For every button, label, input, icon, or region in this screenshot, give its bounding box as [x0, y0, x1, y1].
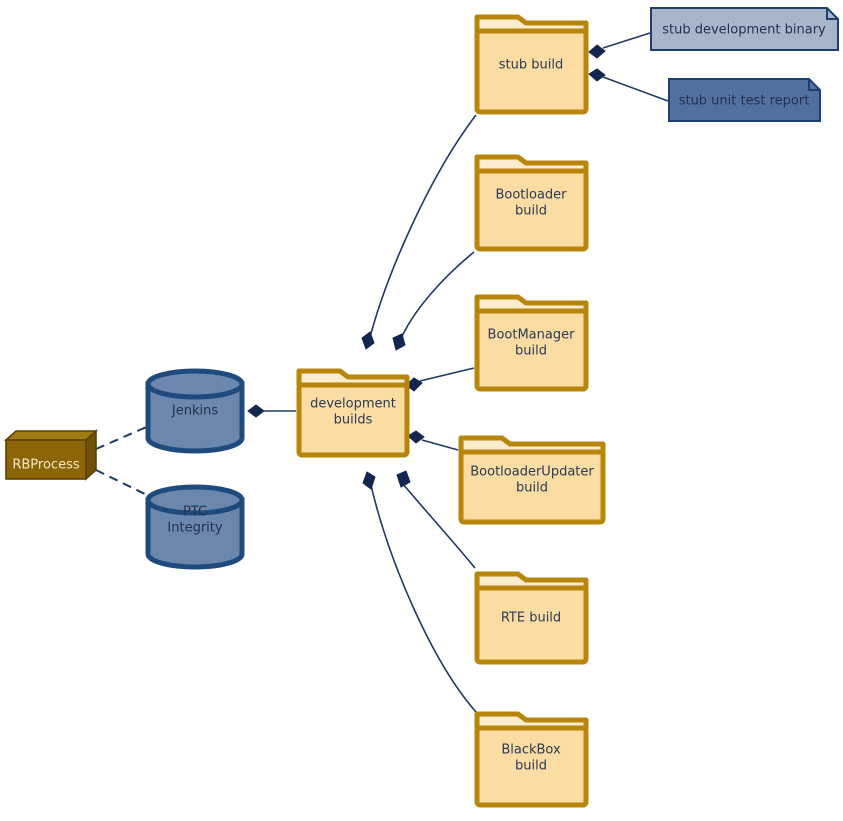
- blackbox-build-label-line2: build: [515, 759, 547, 774]
- stub-development-binary-label: stub development binary: [662, 23, 826, 38]
- node-blackbox-build[interactable]: BlackBox build: [474, 711, 589, 808]
- ptc-integrity-label-line1: PTC: [183, 505, 207, 520]
- composition-diamond-blackbox-build: [362, 471, 376, 490]
- blackbox-build-label-line1: BlackBox: [501, 743, 561, 758]
- node-stub-build[interactable]: stub build: [474, 14, 589, 115]
- node-bootloader-build[interactable]: Bootloader build: [474, 154, 589, 252]
- edge-development-builds-bootloader-build: [399, 251, 475, 342]
- diagram-svg: RBProcess Jenkins PTC Integrity developm…: [3, 7, 839, 808]
- bootloaderupdater-build-label-line1: BootloaderUpdater: [470, 465, 594, 480]
- rte-build-label: RTE build: [501, 611, 561, 626]
- node-development-builds[interactable]: development builds: [296, 368, 410, 458]
- node-jenkins[interactable]: Jenkins: [145, 368, 245, 454]
- bootmanager-build-label-line2: build: [515, 344, 547, 359]
- node-rbprocess[interactable]: RBProcess: [3, 429, 99, 481]
- rbprocess-side-face: [85, 429, 97, 481]
- composition-diamond-stub-unit-test-report: [588, 68, 606, 82]
- development-builds-label-line2: builds: [334, 413, 373, 428]
- bootloader-build-label-line1: Bootloader: [495, 188, 567, 203]
- composition-diamond-bootloader-build: [392, 333, 406, 351]
- jenkins-label: Jenkins: [171, 404, 218, 419]
- edge-rbprocess-ptc-integrity: [95, 469, 152, 498]
- ptc-integrity-label-line2: Integrity: [167, 521, 222, 536]
- stub-build-label: stub build: [499, 58, 563, 73]
- composition-diamond-jenkins: [247, 404, 265, 418]
- composition-diamond-rte-build: [396, 470, 411, 488]
- composition-diamond-stub-build: [361, 331, 375, 350]
- node-rte-build[interactable]: RTE build: [474, 571, 589, 665]
- node-stub-development-binary[interactable]: stub development binary: [650, 7, 839, 51]
- edge-development-builds-bootmanager-build: [419, 367, 475, 382]
- node-ptc-integrity[interactable]: PTC Integrity: [145, 484, 245, 570]
- bootloader-build-label-line2: build: [515, 204, 547, 219]
- node-bootmanager-build[interactable]: BootManager build: [474, 294, 589, 392]
- rbprocess-top-face: [3, 430, 99, 441]
- rbprocess-label: RBProcess: [12, 458, 79, 473]
- edge-development-builds-bootloaderupdater-build: [421, 439, 459, 451]
- node-stub-unit-test-report[interactable]: stub unit test report: [668, 78, 821, 122]
- edge-stub-build-stub-unit-test-report: [602, 76, 669, 102]
- bootloaderupdater-build-label-line2: build: [516, 481, 548, 496]
- jenkins-cylinder-top: [145, 368, 245, 400]
- development-builds-label-line1: development: [310, 397, 396, 412]
- bootmanager-build-label-line1: BootManager: [488, 328, 576, 343]
- edge-development-builds-stub-build: [368, 114, 477, 342]
- edge-rbprocess-jenkins: [95, 424, 152, 450]
- composition-diamond-bootloaderupdater-build: [407, 430, 425, 444]
- stub-unit-test-report-label: stub unit test report: [679, 94, 810, 109]
- deployment-diagram-canvas: RBProcess Jenkins PTC Integrity developm…: [0, 0, 843, 821]
- node-bootloaderupdater-build[interactable]: BootloaderUpdater build: [458, 435, 606, 525]
- composition-diamond-stub-development-binary: [588, 44, 606, 59]
- edge-stub-build-stub-development-binary: [602, 32, 651, 49]
